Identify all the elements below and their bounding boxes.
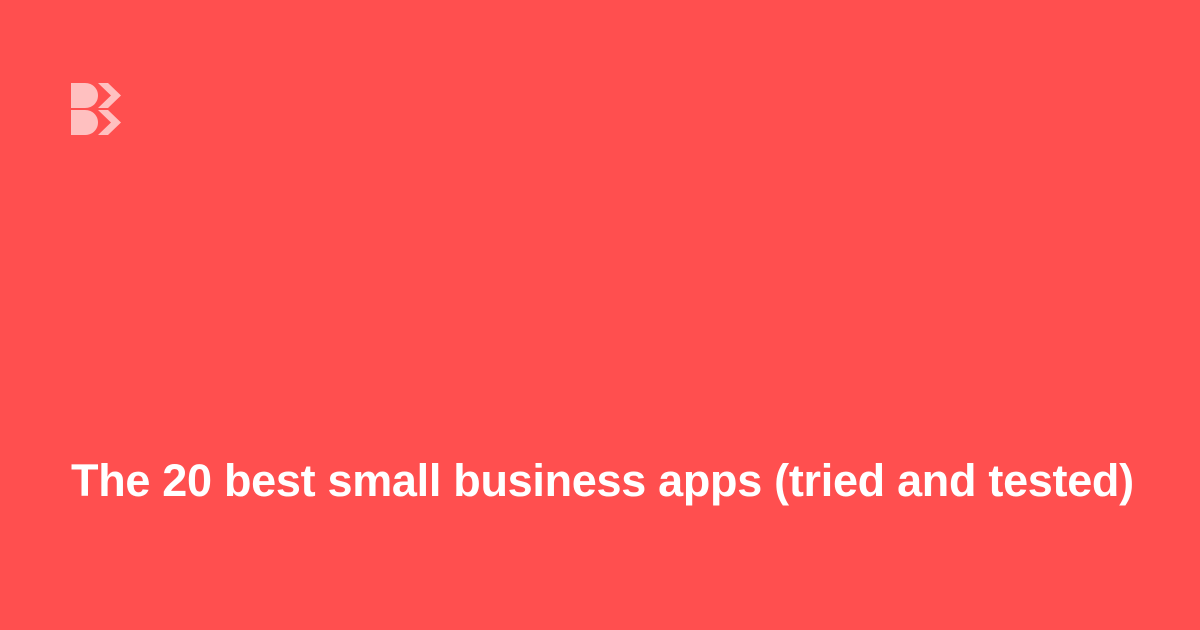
article-title: The 20 best small business apps (tried a… (71, 455, 1134, 506)
share-card: The 20 best small business apps (tried a… (0, 0, 1200, 630)
brand-logo-icon (71, 83, 123, 135)
